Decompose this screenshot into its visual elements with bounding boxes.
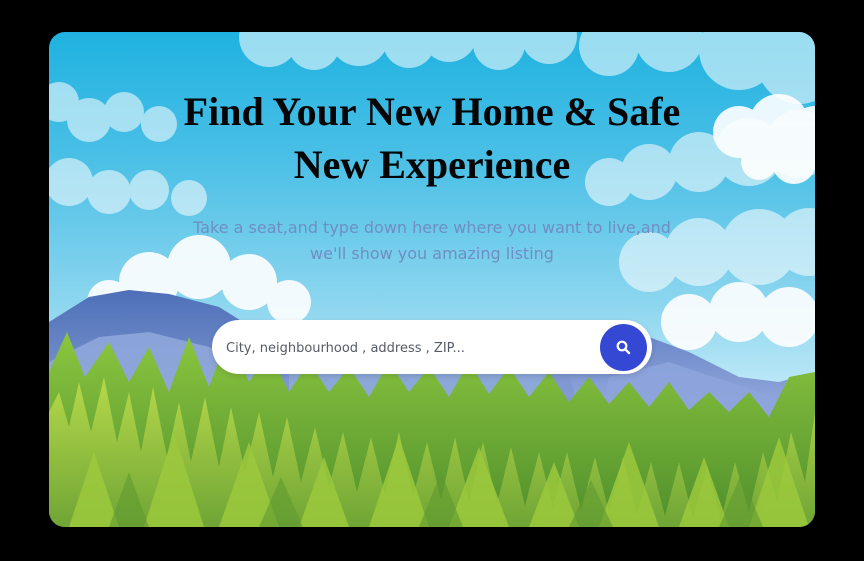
search-button[interactable] [600,324,647,371]
headline-line-1: Find Your New Home & Safe [183,89,681,134]
search-icon [616,340,631,355]
search-input[interactable] [224,329,588,367]
hero-subtext: Take a seat,and type down here where you… [189,215,675,267]
search-bar [212,320,652,374]
hero-headline: Find Your New Home & Safe New Experience [49,85,815,191]
subtext-line-2: we'll show you amazing listing [310,244,554,263]
subtext-line-1: Take a seat,and type down here where you… [193,218,671,237]
headline-line-2: New Experience [293,142,571,187]
hero-banner: Find Your New Home & Safe New Experience… [49,32,815,527]
